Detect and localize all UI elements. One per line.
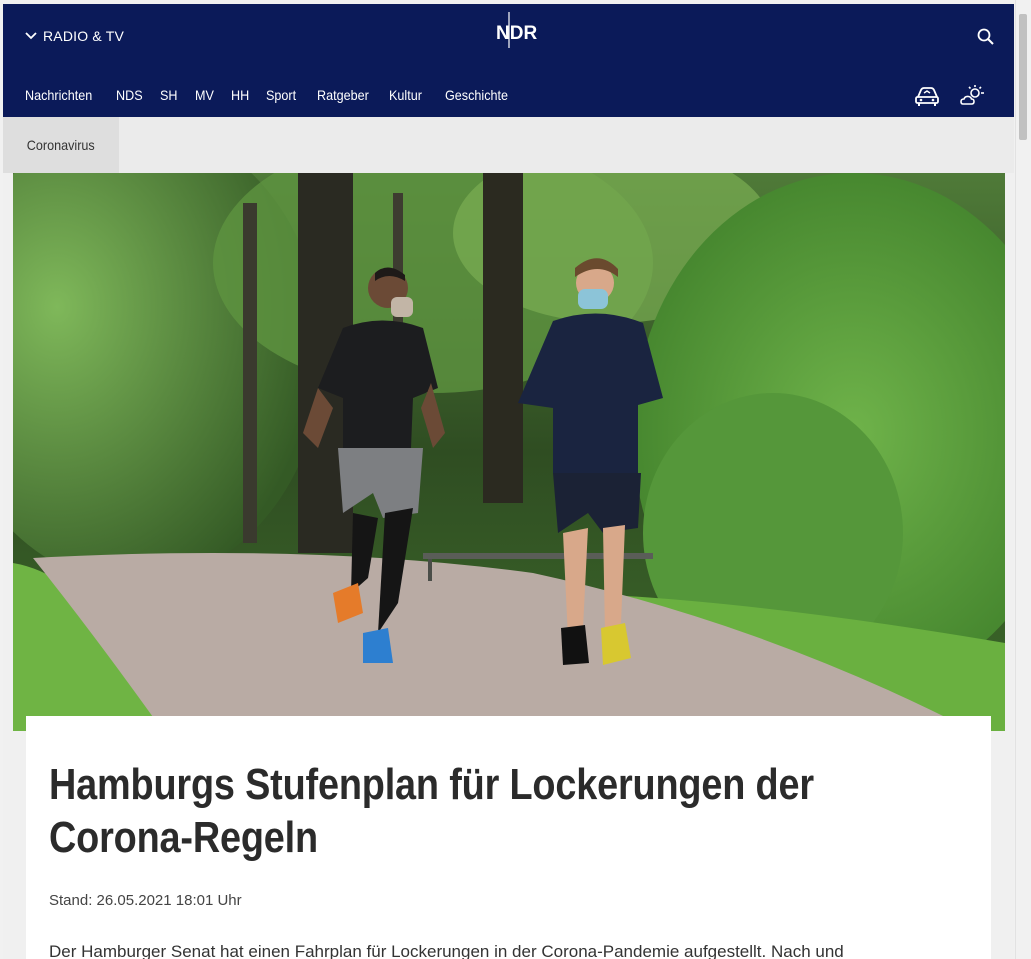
weather-sun-cloud-icon[interactable] (959, 84, 987, 108)
site-header: RADIO & TV NDR Nachrichten NDS SH MV HH … (3, 4, 1014, 117)
nav-item-sh[interactable]: SH (160, 86, 178, 104)
page-content: RADIO & TV NDR Nachrichten NDS SH MV HH … (3, 4, 1014, 959)
search-icon[interactable] (975, 26, 997, 48)
main-navigation: Nachrichten NDS SH MV HH Sport Ratgeber … (25, 86, 515, 104)
nav-item-mv[interactable]: MV (195, 86, 214, 104)
ndr-logo[interactable]: NDR (493, 10, 541, 50)
traffic-car-icon[interactable] (913, 84, 941, 108)
scrollbar-thumb[interactable] (1019, 14, 1027, 140)
park-joggers-photo (13, 173, 1005, 731)
nav-item-hh[interactable]: HH (231, 86, 249, 104)
svg-text:NDR: NDR (496, 23, 537, 44)
article-teaser: Der Hamburger Senat hat einen Fahrplan f… (49, 942, 844, 959)
subnav-item-coronavirus[interactable]: Coronavirus (3, 117, 119, 173)
subnav-item-label: Coronavirus (27, 137, 95, 153)
chevron-down-icon (25, 32, 37, 40)
article-timestamp: Stand: 26.05.2021 18:01 Uhr (49, 892, 242, 909)
browser-viewport: RADIO & TV NDR Nachrichten NDS SH MV HH … (0, 0, 1031, 959)
radio-tv-label: RADIO & TV (43, 28, 125, 44)
nav-item-sport[interactable]: Sport (266, 86, 298, 104)
vertical-scrollbar[interactable] (1015, 0, 1031, 959)
nav-item-geschichte[interactable]: Geschichte (445, 86, 508, 104)
nav-item-ratgeber[interactable]: Ratgeber (317, 86, 369, 104)
radio-tv-menu-button[interactable]: RADIO & TV (25, 26, 124, 46)
article-headline: Hamburgs Stufenplan für Lockerungen der … (49, 760, 814, 862)
nav-item-kultur[interactable]: Kultur (389, 86, 423, 104)
sub-navigation: Coronavirus (3, 117, 1014, 173)
nav-item-nachrichten[interactable]: Nachrichten (25, 86, 97, 104)
hero-image (13, 173, 1005, 731)
nav-item-nds[interactable]: NDS (116, 86, 143, 104)
article-card: Hamburgs Stufenplan für Lockerungen der … (26, 716, 991, 959)
